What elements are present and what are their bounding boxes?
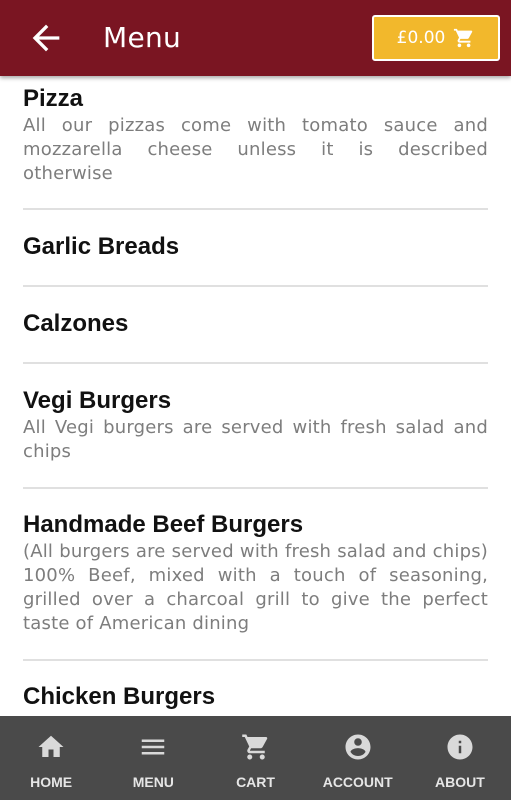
account-circle-icon: [343, 732, 373, 762]
category-description: (All burgers are served with fresh salad…: [23, 541, 488, 634]
category-item-calzones[interactable]: Calzones: [23, 309, 488, 339]
divider: [23, 487, 488, 489]
divider: [23, 208, 488, 210]
category-item-garlic-breads[interactable]: Garlic Breads: [23, 232, 488, 262]
category-item-chicken-burgers[interactable]: Chicken Burgers: [23, 682, 488, 712]
category-item-pizza[interactable]: Pizza All our pizzas come with tomato sa…: [23, 84, 488, 186]
category-name: Chicken Burgers: [23, 683, 216, 710]
category-name: Calzones: [23, 310, 129, 337]
divider: [23, 659, 488, 661]
nav-item-menu[interactable]: MENU: [102, 716, 204, 800]
shopping-cart-icon: [241, 732, 271, 762]
divider: [23, 362, 488, 364]
category-item-vegi-burgers[interactable]: Vegi Burgers All Vegi burgers are served…: [23, 386, 488, 464]
nav-label: CART: [236, 774, 275, 790]
shopping-cart-icon: [453, 27, 475, 49]
bottom-navigation: HOME MENU CART ACCOUNT ABOUT: [0, 716, 511, 800]
nav-label: HOME: [30, 774, 73, 790]
nav-item-account[interactable]: ACCOUNT: [307, 716, 409, 800]
page-title: Menu: [103, 21, 182, 54]
home-icon: [36, 732, 66, 762]
nav-label: MENU: [132, 774, 174, 790]
category-description: All Vegi burgers are served with fresh s…: [23, 417, 488, 462]
category-name: Handmade Beef Burgers: [23, 511, 304, 538]
category-name: Garlic Breads: [23, 233, 180, 260]
divider: [23, 285, 488, 287]
arrow-left-icon: [26, 18, 66, 58]
nav-label: ABOUT: [435, 774, 485, 790]
cart-total-button[interactable]: £0.00: [372, 15, 500, 61]
hamburger-menu-icon: [138, 732, 168, 762]
info-icon: [445, 732, 475, 762]
category-description: All our pizzas come with tomato sauce an…: [23, 115, 488, 184]
back-button[interactable]: [26, 18, 66, 58]
nav-label: ACCOUNT: [322, 774, 393, 790]
category-name: Pizza: [23, 85, 84, 112]
app-header: Menu £0.00: [0, 0, 511, 76]
nav-item-cart[interactable]: CART: [204, 716, 306, 800]
menu-category-list: Pizza All our pizzas come with tomato sa…: [0, 76, 511, 716]
category-item-handmade-beef-burgers[interactable]: Handmade Beef Burgers (All burgers are s…: [23, 510, 488, 636]
nav-item-home[interactable]: HOME: [0, 716, 102, 800]
cart-total-amount: £0.00: [396, 28, 446, 48]
category-name: Vegi Burgers: [23, 387, 172, 414]
nav-item-about[interactable]: ABOUT: [409, 716, 511, 800]
